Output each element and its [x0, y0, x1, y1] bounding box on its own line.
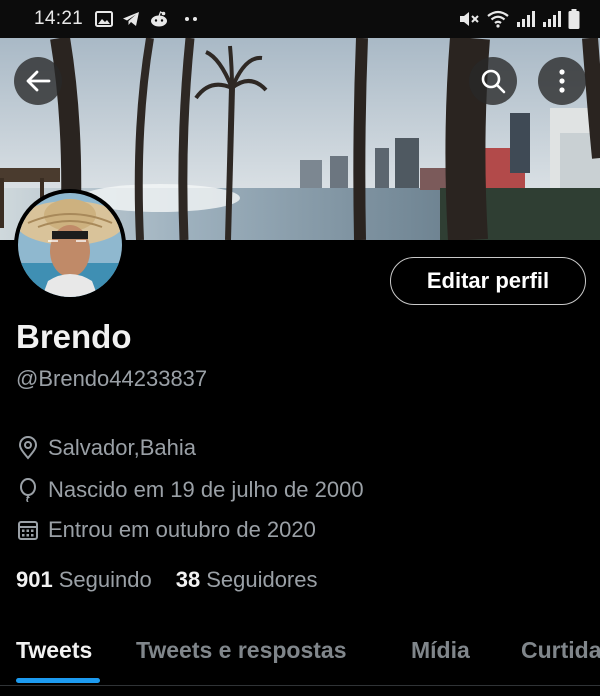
profile-handle: @Brendo44233837	[16, 366, 208, 391]
search-icon	[480, 68, 506, 94]
joined-row: Entrou em outubro de 2020	[16, 517, 316, 543]
tab-likes[interactable]: Curtidas	[521, 637, 600, 664]
following-count: 901	[16, 567, 53, 592]
reddit-icon	[149, 11, 169, 27]
avatar[interactable]	[14, 189, 126, 301]
telegram-icon	[122, 11, 140, 27]
mute-icon	[458, 10, 480, 28]
location-text: Salvador,Bahia	[48, 435, 196, 460]
calendar-icon	[16, 518, 40, 542]
followers-label: Seguidores	[206, 567, 318, 592]
tab-tweets[interactable]: Tweets	[16, 637, 92, 664]
location-row: Salvador,Bahia	[16, 435, 196, 461]
status-time: 14:21	[34, 8, 84, 29]
follow-stats: 901 Seguindo 38 Seguidores	[16, 567, 342, 593]
balloon-icon	[16, 478, 40, 502]
followers-link[interactable]: 38 Seguidores	[176, 567, 318, 593]
joined-text: Entrou em outubro de 2020	[48, 517, 316, 542]
search-button[interactable]	[469, 57, 517, 105]
more-vertical-icon	[558, 68, 566, 94]
active-tab-indicator	[16, 678, 100, 683]
status-notification-icons	[95, 11, 198, 27]
more-dots-icon	[184, 16, 198, 22]
profile-tabs: Tweets Tweets e respostas Mídia Curtidas	[0, 625, 600, 685]
wifi-icon	[486, 10, 510, 28]
tab-media[interactable]: Mídia	[411, 637, 470, 664]
birth-row: Nascido em 19 de julho de 2000	[16, 477, 364, 503]
back-button[interactable]	[14, 57, 62, 105]
tab-tweets-and-replies[interactable]: Tweets e respostas	[136, 637, 347, 664]
status-bar: 14:21	[0, 0, 600, 38]
more-options-button[interactable]	[538, 57, 586, 105]
edit-profile-button[interactable]: Editar perfil	[390, 257, 586, 305]
tabs-divider	[0, 685, 600, 686]
signal-icon	[542, 11, 562, 27]
arrow-left-icon	[25, 69, 51, 93]
following-link[interactable]: 901 Seguindo	[16, 567, 152, 593]
battery-icon	[568, 9, 580, 29]
following-label: Seguindo	[58, 567, 152, 592]
location-pin-icon	[16, 436, 40, 460]
profile-name: Brendo	[16, 318, 132, 355]
image-icon	[95, 11, 114, 27]
avatar-photo	[18, 193, 122, 297]
status-system-icons	[458, 9, 580, 29]
followers-count: 38	[175, 567, 201, 592]
signal-icon	[516, 11, 536, 27]
birth-text: Nascido em 19 de julho de 2000	[48, 477, 364, 502]
